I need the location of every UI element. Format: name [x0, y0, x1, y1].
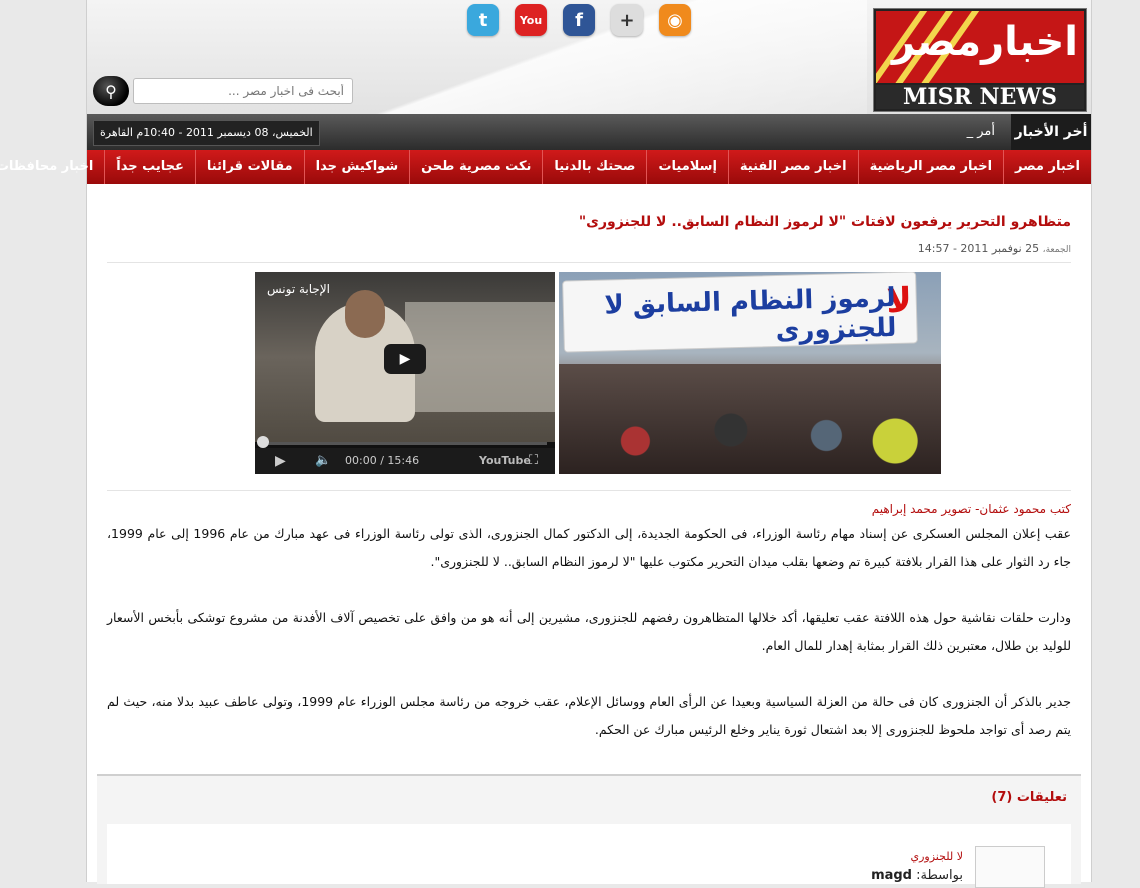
current-datetime: الخميس، 08 ديسمبر 2011 - 10:40م القاهرة [93, 120, 320, 146]
search-icon[interactable]: ⚲ [93, 76, 129, 106]
article-paragraph-2: ودارت حلقات نقاشية حول هذه اللافتة عقب ت… [107, 610, 1071, 653]
comment-author: بواسطة: magd [871, 868, 963, 883]
nav-item-4[interactable]: إسلاميات [646, 150, 727, 184]
ticker-label: أخر الأخبار [1011, 114, 1091, 150]
nav-item-1[interactable]: اخبار مصر [1003, 150, 1091, 184]
article-title[interactable]: متظاهرو التحرير يرفعون لافتات "لا لرموز … [579, 214, 1071, 230]
article-date-value: 25 نوفمبر 2011 - 14:57 [917, 242, 1040, 255]
nav-item-8[interactable]: مقالات قرائنا [194, 150, 304, 184]
facebook-icon[interactable]: f [563, 4, 595, 36]
play-icon[interactable]: ▶ [384, 344, 426, 374]
site-logo[interactable]: اخبارمصر MISR NEWS [873, 8, 1087, 112]
logo-english-text: MISR NEWS [876, 85, 1084, 109]
video-time: 00:00 / 15:46 [345, 454, 420, 467]
twitter-icon[interactable]: t [467, 4, 499, 36]
divider [107, 490, 1071, 491]
article-paragraph-1: عقب إعلان المجلس العسكرى عن إسناد مهام ر… [107, 526, 1071, 569]
site-header: t Youf + ◉ ⚲ اخبارمصر MISR NEWS [87, 0, 1091, 114]
comment-author-name: magd [871, 868, 912, 883]
volume-icon[interactable]: 🔈 [315, 448, 331, 474]
play-small-icon[interactable]: ▶ [275, 448, 286, 474]
comment-author-label: بواسطة: [916, 868, 963, 883]
youtube-brand[interactable]: YouTube [479, 448, 531, 474]
comment-title: لا للجنزوري [910, 850, 964, 863]
youtube-icon[interactable]: You [515, 4, 547, 36]
article-date: الجمعة، 25 نوفمبر 2011 - 14:57 [918, 242, 1071, 255]
video-title[interactable]: الإجابة تونس [267, 282, 330, 296]
news-ticker: أخر الأخبار أمر _ الخميس، 08 ديسمبر 2011… [87, 114, 1091, 150]
protest-banner: لا لرموز النظام السابق لا للجنزورى [562, 272, 918, 353]
divider [107, 262, 1071, 263]
rss-icon[interactable]: ◉ [659, 4, 691, 36]
google-plus-icon[interactable]: + [611, 4, 643, 36]
logo-arabic-text: اخبارمصر [892, 19, 1078, 65]
article-date-day: الجمعة، [1042, 245, 1071, 255]
nav-item-9[interactable]: عجايب جداً [104, 150, 195, 184]
ticker-item[interactable]: أمر _ [967, 114, 995, 150]
nav-item-10[interactable]: اخبار محافظات [0, 150, 104, 184]
fullscreen-icon[interactable]: ⛶ [529, 448, 538, 474]
social-links: t You f + ◉ [467, 4, 691, 36]
comments-section: تعليقات (7) لا للجنزوري بواسطة: magd [97, 774, 1081, 888]
article-photo: لا لرموز النظام السابق لا للجنزورى [559, 272, 941, 474]
nav-item-6[interactable]: نكت مصرية طحن [409, 150, 542, 184]
page: t Youf + ◉ ⚲ اخبارمصر MISR NEWS أخر الأخبار… [0, 0, 1092, 888]
nav-item-3[interactable]: اخبار مصر الفنية [727, 150, 858, 184]
article-paragraph-3: جدير بالذكر أن الجنزورى كان فى حالة من ا… [107, 694, 1071, 737]
nav-item-5[interactable]: صحتك بالدنيا [542, 150, 646, 184]
video-progress-bar[interactable] [263, 442, 547, 445]
nav-item-7[interactable]: شواكيش جدا [303, 150, 410, 184]
search-input[interactable] [133, 78, 353, 104]
comment-item: لا للجنزوري بواسطة: magd [107, 824, 1071, 888]
video-controls: ▶ 🔈 00:00 / 15:46 YouTube ⛶ [255, 448, 555, 474]
comments-title: تعليقات (7) [991, 790, 1067, 805]
search-bar: ⚲ [93, 76, 353, 106]
article-author: كتب محمود عثمان- تصوير محمد إبراهيم [871, 502, 1071, 516]
main-nav: اخبار مصر اخبار مصر الرياضية اخبار مصر الف… [0, 150, 1091, 184]
video-player[interactable]: الإجابة تونس ▶ ▶ 🔈 00:00 / 15:46 YouTube… [255, 272, 555, 474]
banner-text: لرموز النظام السابق لا للجنزورى [604, 282, 897, 347]
nav-item-2[interactable]: اخبار مصر الرياضية [857, 150, 1003, 184]
crowd-image [559, 364, 941, 474]
video-scrubber[interactable] [257, 436, 269, 448]
